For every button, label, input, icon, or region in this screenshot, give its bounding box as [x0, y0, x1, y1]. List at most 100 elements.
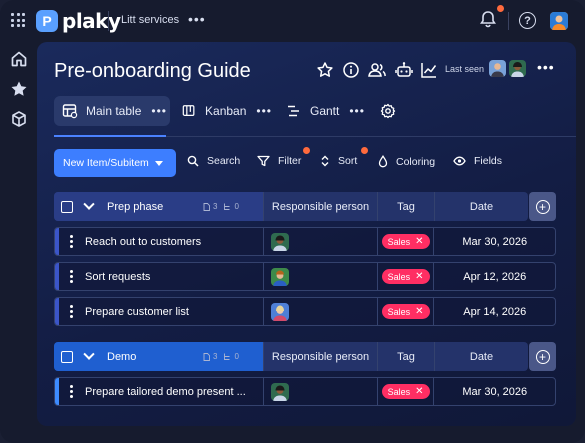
tag-chip[interactable]: Sales ✕ — [381, 304, 430, 319]
board-settings-gear-icon[interactable] — [380, 103, 396, 119]
help-icon[interactable]: ? — [519, 12, 536, 29]
home-icon[interactable] — [10, 50, 28, 68]
column-header-responsible-person[interactable]: Responsible person — [263, 342, 377, 371]
tab-more-icon[interactable]: ••• — [349, 104, 365, 118]
date-cell[interactable]: Mar 30, 2026 — [433, 228, 555, 255]
file-icon — [203, 352, 210, 361]
row-name-cell[interactable]: Reach out to customers — [59, 228, 263, 255]
logo-mark: P — [36, 10, 58, 32]
date-cell[interactable]: Apr 14, 2026 — [433, 298, 555, 325]
tag-chip[interactable]: Sales ✕ — [381, 269, 430, 284]
person-cell[interactable] — [263, 298, 377, 325]
group-header-demo: Demo 3 0 Responsible person Tag Date — [54, 342, 528, 371]
workspace-more-icon[interactable]: ••• — [188, 11, 206, 27]
date-cell[interactable]: Apr 12, 2026 — [433, 263, 555, 290]
tab-kanban[interactable]: Kanban ••• — [182, 96, 272, 126]
avatar — [271, 232, 290, 251]
coloring-button[interactable]: Coloring — [378, 155, 435, 168]
fields-label: Fields — [474, 155, 503, 167]
workspace-name[interactable]: Litt services — [121, 14, 179, 26]
add-column-button[interactable]: + — [529, 192, 556, 221]
eye-icon — [453, 156, 466, 166]
avatar[interactable] — [509, 60, 526, 77]
kanban-icon — [182, 105, 195, 116]
column-header-responsible-person[interactable]: Responsible person — [263, 192, 377, 221]
person-cell[interactable] — [263, 378, 377, 405]
info-icon[interactable] — [342, 60, 360, 80]
group-stats: 3 0 — [203, 202, 239, 211]
item-name: Prepare tailored demo present ... — [84, 385, 246, 398]
column-header-date[interactable]: Date — [434, 342, 528, 371]
row-name-cell[interactable]: Prepare customer list — [59, 298, 263, 325]
tab-more-icon[interactable]: ••• — [256, 104, 272, 118]
fields-button[interactable]: Fields — [453, 155, 502, 167]
bell-icon[interactable] — [480, 10, 496, 28]
remove-tag-icon[interactable]: ✕ — [415, 306, 423, 317]
group-subitems-count: 0 — [234, 352, 239, 361]
date-cell[interactable]: Mar 30, 2026 — [433, 378, 555, 405]
apps-grid-icon[interactable] — [11, 13, 25, 27]
person-cell[interactable] — [263, 228, 377, 255]
tag-cell[interactable]: Sales ✕ — [376, 263, 434, 290]
sort-icon — [321, 155, 329, 167]
tag-cell[interactable]: Sales ✕ — [376, 228, 434, 255]
table-row[interactable]: Prepare customer list Sales ✕ Apr 14, 202… — [54, 297, 556, 326]
tag-label: Sales — [387, 306, 411, 317]
avatar[interactable] — [489, 60, 506, 77]
row-menu-icon[interactable] — [69, 385, 73, 398]
row-name-cell[interactable]: Prepare tailored demo present ... — [59, 378, 263, 405]
activity-chart-icon[interactable] — [420, 60, 438, 80]
divider — [508, 12, 509, 30]
column-header-tag[interactable]: Tag — [377, 342, 434, 371]
group-checkbox[interactable] — [61, 200, 73, 213]
group-title-cell: Demo 3 0 — [54, 342, 263, 371]
automation-robot-icon[interactable] — [394, 60, 414, 80]
plus-circle-icon: + — [535, 199, 550, 214]
sort-label: Sort — [338, 155, 358, 167]
tab-label: Gantt — [310, 104, 340, 118]
group-checkbox[interactable] — [61, 350, 73, 363]
row-menu-icon[interactable] — [69, 305, 73, 318]
tag-chip[interactable]: Sales ✕ — [381, 384, 430, 399]
new-item-button[interactable]: New Item/Subitem — [54, 149, 176, 177]
row-menu-icon[interactable] — [69, 270, 73, 283]
table-row[interactable]: Sort requests Sales ✕ Apr 12, 2026 — [54, 262, 556, 291]
person-cell[interactable] — [263, 263, 377, 290]
search-button[interactable]: Search — [187, 155, 240, 167]
star-icon[interactable] — [10, 80, 28, 98]
avatar — [271, 267, 290, 286]
last-seen-label: Last seen — [445, 64, 485, 74]
tab-more-icon[interactable]: ••• — [151, 104, 167, 118]
members-icon[interactable] — [367, 60, 387, 80]
board-panel: Pre-onboarding Guide Last seen ••• Main … — [37, 42, 576, 426]
tag-cell[interactable]: Sales ✕ — [376, 378, 434, 405]
tag-label: Sales — [387, 386, 411, 397]
star-outline-icon[interactable] — [316, 60, 334, 80]
sort-active-dot — [361, 147, 368, 154]
remove-tag-icon[interactable]: ✕ — [415, 236, 423, 247]
chevron-down-icon[interactable] — [83, 348, 95, 360]
group-name[interactable]: Demo — [107, 351, 203, 363]
row-menu-icon[interactable] — [69, 235, 73, 248]
chevron-down-icon[interactable] — [83, 198, 95, 210]
cube-icon[interactable] — [10, 110, 28, 128]
remove-tag-icon[interactable]: ✕ — [415, 386, 423, 397]
column-header-date[interactable]: Date — [434, 192, 528, 221]
tag-chip[interactable]: Sales ✕ — [381, 234, 430, 249]
tag-label: Sales — [387, 236, 411, 247]
column-header-tag[interactable]: Tag — [377, 192, 434, 221]
group-subitems-count: 0 — [234, 202, 239, 211]
row-name-cell[interactable]: Sort requests — [59, 263, 263, 290]
page-more-icon[interactable]: ••• — [537, 59, 555, 75]
tab-main-table[interactable]: Main table ••• — [54, 96, 170, 126]
filter-button[interactable]: Filter — [257, 155, 301, 167]
tag-cell[interactable]: Sales ✕ — [376, 298, 434, 325]
group-name[interactable]: Prep phase — [107, 201, 203, 213]
remove-tag-icon[interactable]: ✕ — [415, 271, 423, 282]
table-row[interactable]: Prepare tailored demo present ... Sales ✕… — [54, 377, 556, 406]
table-row[interactable]: Reach out to customers Sales ✕ Mar 30, 20… — [54, 227, 556, 256]
add-column-button[interactable]: + — [529, 342, 556, 371]
sort-button[interactable]: Sort — [320, 155, 357, 167]
tab-gantt[interactable]: Gantt ••• — [286, 96, 370, 126]
user-avatar[interactable] — [550, 12, 568, 30]
